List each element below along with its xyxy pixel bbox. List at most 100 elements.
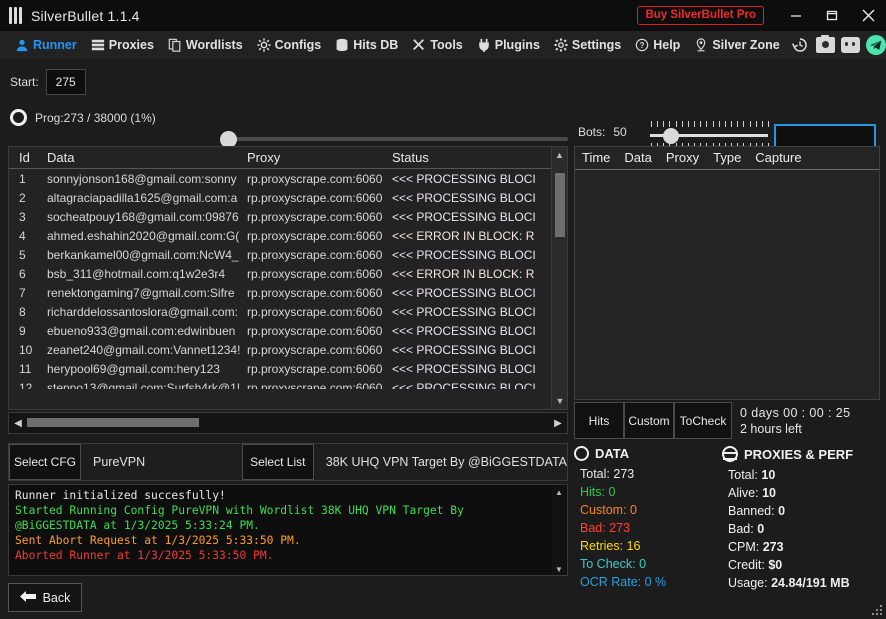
cell-proxy: rp.proxyscrape.com:6060	[247, 324, 392, 338]
table-row[interactable]: 4ahmed.eshahin2020@gmail.com:G(rp.proxys…	[9, 226, 567, 245]
column-header-id[interactable]: Id	[9, 150, 47, 165]
hits-column-data[interactable]: Data	[624, 150, 651, 165]
tab-hits[interactable]: Hits	[574, 402, 624, 439]
menu-item-tools[interactable]: Tools	[405, 31, 469, 59]
cell-status: <<< PROCESSING BLOCI	[392, 381, 547, 390]
log-scrollbar[interactable]: ▲ ▼	[552, 486, 566, 576]
cell-id: 3	[9, 210, 47, 224]
runner-controls: Start: Prog:273 / 38000 (1%) Bots: 50	[0, 59, 886, 144]
minimize-icon[interactable]	[778, 0, 814, 31]
resize-grip-icon[interactable]	[870, 603, 884, 617]
hits-panel[interactable]: Time Data Proxy Type Capture	[574, 146, 880, 400]
scroll-left-icon[interactable]: ◀	[9, 418, 27, 429]
menu-item-hits-db[interactable]: Hits DB	[328, 31, 405, 59]
buy-pro-button[interactable]: Buy SilverBullet Pro	[637, 6, 764, 26]
stat-value: $0	[768, 558, 782, 572]
history-icon[interactable]	[791, 36, 810, 55]
app-logo-icon	[9, 7, 22, 24]
maximize-icon[interactable]	[814, 0, 850, 31]
table-row[interactable]: 12steppo13@gmail.com:Surfsh4rk@1!rp.prox…	[9, 378, 567, 389]
runner-data-grid[interactable]: Id Data Proxy Status 1sonnyjonson168@gma…	[8, 146, 568, 410]
table-row[interactable]: 10zeanet240@gmail.com:Vannet1234!rp.prox…	[9, 340, 567, 359]
table-row[interactable]: 8richarddelossantoslora@gmail.com:rp.pro…	[9, 302, 567, 321]
stat-label: OCR Rate:	[580, 575, 641, 589]
progress-label: Prog:273 / 38000 (1%)	[35, 111, 156, 125]
stat-line: Bad: 0	[728, 522, 880, 536]
start-slider[interactable]	[213, 131, 568, 147]
table-row[interactable]: 3socheatpouy168@gmail.com:09876rp.proxys…	[9, 207, 567, 226]
log-scroll-up-icon[interactable]: ▲	[552, 486, 566, 497]
timer-remaining: 2 hours left	[740, 422, 880, 436]
scroll-thumb[interactable]	[555, 173, 565, 237]
stat-line: Credit: $0	[728, 558, 880, 572]
cell-data: ebueno933@gmail.com:edwinbuen	[47, 324, 247, 338]
bots-slider-thumb[interactable]	[663, 128, 679, 144]
stat-label: Bad:	[580, 521, 606, 535]
stat-label: Usage:	[728, 576, 768, 590]
cell-proxy: rp.proxyscrape.com:6060	[247, 210, 392, 224]
log-scroll-down-icon[interactable]: ▼	[552, 563, 566, 574]
tab-custom[interactable]: Custom	[624, 402, 674, 439]
select-cfg-button[interactable]: Select CFG	[9, 444, 81, 480]
cell-proxy: rp.proxyscrape.com:6060	[247, 267, 392, 281]
select-list-button[interactable]: Select List	[242, 444, 314, 480]
menu-label: Configs	[275, 38, 322, 52]
menu-item-settings[interactable]: Settings	[547, 31, 628, 59]
menu-item-help[interactable]: ? Help	[628, 31, 687, 59]
stat-label: Alive:	[728, 486, 759, 500]
scroll-up-icon[interactable]: ▲	[552, 147, 567, 163]
menu-item-proxies[interactable]: Proxies	[84, 31, 161, 59]
timer-elapsed: 0 days 00 : 00 : 25	[740, 406, 880, 420]
table-row[interactable]: 6bsb_311@hotmail.com:q1w2e3r4rp.proxyscr…	[9, 264, 567, 283]
menu-label: Runner	[33, 38, 77, 52]
log-line: @BiGGESTDATA at 1/3/2025 5:33:24 PM.	[15, 518, 561, 533]
hits-column-capture[interactable]: Capture	[755, 150, 801, 165]
log-console[interactable]: Runner initialized succesfully!Started R…	[8, 484, 568, 576]
scroll-right-icon[interactable]: ▶	[549, 418, 567, 429]
cell-data: sonnyjonson168@gmail.com:sonny	[47, 172, 247, 186]
app-title: SilverBullet 1.1.4	[31, 8, 140, 24]
grid-header-row: Id Data Proxy Status	[9, 147, 567, 169]
table-row[interactable]: 5berkankamel00@gmail.com:NcW4_rp.proxysc…	[9, 245, 567, 264]
table-row[interactable]: 1sonnyjonson168@gmail.com:sonnyrp.proxys…	[9, 169, 567, 188]
grid-horizontal-scrollbar[interactable]: ◀ ▶	[8, 412, 568, 434]
table-row[interactable]: 2altagraciapadilla1625@gmail.com:arp.pro…	[9, 188, 567, 207]
cell-status: <<< PROCESSING BLOCI	[392, 305, 547, 319]
hits-column-proxy[interactable]: Proxy	[666, 150, 699, 165]
hscroll-thumb[interactable]	[27, 418, 199, 427]
stat-label: To Check:	[580, 557, 636, 571]
camera-icon[interactable]	[816, 37, 835, 53]
menu-item-configs[interactable]: Configs	[250, 31, 329, 59]
cell-status: <<< ERROR IN BLOCK: R	[392, 229, 547, 243]
stat-line: Retries: 16	[580, 539, 722, 553]
column-header-status[interactable]: Status	[392, 150, 547, 165]
cell-id: 12	[9, 381, 47, 390]
menu-item-runner[interactable]: Runner	[8, 31, 84, 59]
table-row[interactable]: 7renektongaming7@gmail.com:Sifrerp.proxy…	[9, 283, 567, 302]
menu-item-wordlists[interactable]: Wordlists	[161, 31, 250, 59]
hits-column-type[interactable]: Type	[713, 150, 741, 165]
start-input[interactable]	[46, 69, 86, 95]
close-icon[interactable]	[850, 0, 886, 31]
cell-data: zeanet240@gmail.com:Vannet1234!	[47, 343, 247, 357]
stat-line: Total: 273	[580, 467, 722, 481]
cell-data: altagraciapadilla1625@gmail.com:a	[47, 191, 247, 205]
tab-tocheck[interactable]: ToCheck	[674, 402, 732, 439]
table-row[interactable]: 9ebueno933@gmail.com:edwinbuenrp.proxysc…	[9, 321, 567, 340]
menu-item-silver-zone[interactable]: Silver Zone	[687, 31, 786, 59]
hits-column-time[interactable]: Time	[582, 150, 610, 165]
stat-value: 16	[627, 539, 641, 553]
hscroll-track[interactable]	[27, 412, 549, 434]
table-row[interactable]: 11herypool69@gmail.com:hery123rp.proxysc…	[9, 359, 567, 378]
scroll-down-icon[interactable]: ▼	[552, 393, 568, 409]
column-header-proxy[interactable]: Proxy	[247, 150, 392, 165]
plugin-icon	[477, 38, 491, 52]
menu-item-plugins[interactable]: Plugins	[470, 31, 547, 59]
telegram-icon[interactable]	[866, 35, 886, 55]
grid-vertical-scrollbar[interactable]: ▲ ▼	[551, 147, 567, 409]
cell-data: bsb_311@hotmail.com:q1w2e3r4	[47, 267, 247, 281]
back-button[interactable]: Back	[8, 583, 82, 612]
discord-icon[interactable]	[841, 37, 860, 53]
column-header-data[interactable]: Data	[47, 150, 247, 165]
menu-label: Plugins	[495, 38, 540, 52]
